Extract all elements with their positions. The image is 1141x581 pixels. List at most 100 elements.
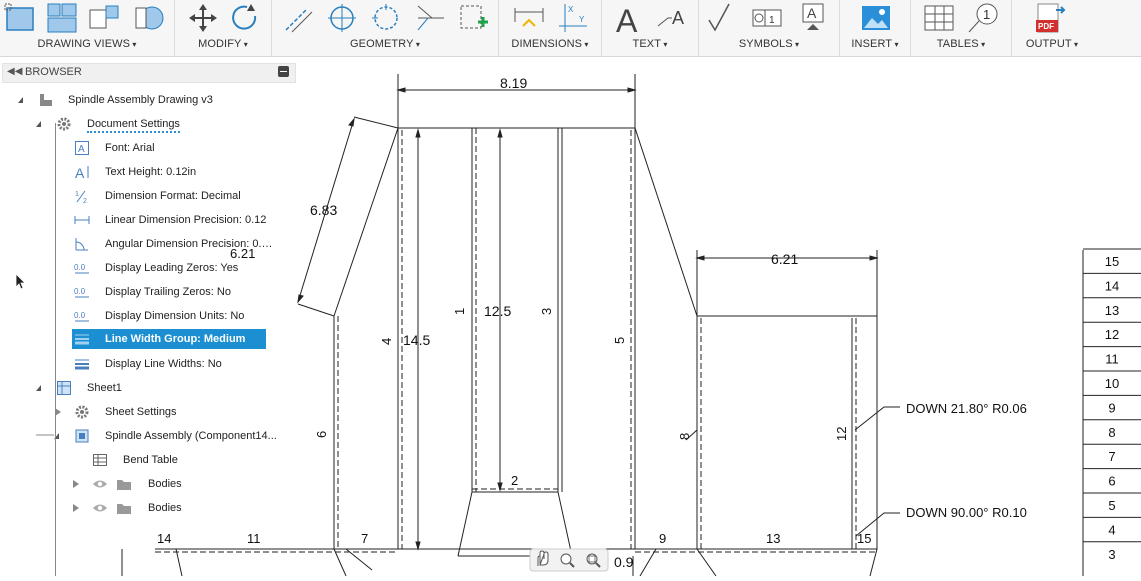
group-label-tables[interactable]: TABLES	[911, 38, 1011, 50]
detail-view-icon[interactable]	[132, 2, 164, 34]
setting-item-angular-precision[interactable]: Angular Dimension Precision: 0.…	[72, 233, 296, 255]
bend-label[interactable]: 2	[511, 473, 518, 488]
group-label-symbols[interactable]: SYMBOLS	[699, 38, 839, 50]
expand-arrow-icon[interactable]	[73, 480, 79, 488]
bend-label[interactable]: 7	[361, 531, 368, 546]
svg-text:1: 1	[75, 191, 79, 198]
leader-text-icon[interactable]: A	[656, 2, 688, 34]
expand-arrow-icon[interactable]	[73, 504, 79, 512]
svg-text:A: A	[807, 5, 817, 21]
move-icon[interactable]	[187, 2, 219, 34]
base-view-icon[interactable]	[4, 2, 36, 34]
dim-slant[interactable]: 6.83	[310, 202, 337, 218]
setting-item-leading-zeros[interactable]: 0.0 Display Leading Zeros: Yes	[72, 257, 296, 279]
tree-sheet[interactable]: Sheet1	[34, 377, 296, 399]
gear-icon	[75, 405, 89, 419]
setting-label: Line Width Group: Medium	[105, 333, 246, 345]
font-icon: A	[75, 141, 89, 155]
bend-label[interactable]: 3	[539, 308, 554, 315]
group-label-text[interactable]: TEXT	[602, 38, 698, 50]
bend-label[interactable]: 9	[659, 531, 666, 546]
text-icon[interactable]: A	[614, 2, 646, 34]
line-width-icon	[75, 359, 89, 370]
center-pattern-icon[interactable]	[370, 2, 402, 34]
group-label-dimensions[interactable]: DIMENSIONS	[499, 38, 601, 50]
bend-label[interactable]: 5	[612, 337, 627, 344]
bend-label[interactable]: 12	[834, 427, 849, 441]
group-label-insert[interactable]: INSERT	[840, 38, 910, 50]
bend-label[interactable]: 15	[857, 531, 871, 546]
rotate-icon[interactable]	[229, 2, 261, 34]
component-label: Spindle Assembly (Component14...	[105, 430, 277, 442]
group-label-drawing-views[interactable]: DRAWING VIEWS	[0, 38, 174, 50]
group-label-modify[interactable]: MODIFY	[175, 38, 271, 50]
bend-note[interactable]: DOWN 90.00° R0.10	[906, 505, 1027, 520]
pdf-export-icon[interactable]: PDF	[1034, 2, 1066, 34]
dim-right-width[interactable]: 6.21	[771, 251, 798, 267]
ordinate-dimension-icon[interactable]: XY	[557, 2, 589, 34]
bend-identifier-icon[interactable]	[458, 2, 490, 34]
edge-extension-icon[interactable]	[414, 2, 446, 34]
tree-document-settings[interactable]: Document Settings	[34, 113, 296, 135]
tree-bodies[interactable]: Bodies	[70, 473, 296, 495]
projected-view-icon[interactable]	[46, 2, 78, 34]
group-modify: MODIFY	[175, 0, 272, 56]
pan-icon[interactable]	[537, 550, 549, 566]
section-view-icon[interactable]	[88, 2, 120, 34]
setting-item-display-line-widths[interactable]: Display Line Widths: No	[72, 353, 296, 375]
dim-top-width[interactable]: 8.19	[500, 75, 527, 91]
setting-item-linear-precision[interactable]: Linear Dimension Precision: 0.12	[72, 209, 296, 231]
setting-label: Linear Dimension Precision: 0.12	[105, 214, 267, 226]
bend-label[interactable]: 1	[452, 308, 467, 315]
balloon-icon[interactable]: 1	[967, 2, 999, 34]
tree-bend-table[interactable]: Bend Table	[88, 449, 296, 471]
dim-height-outer[interactable]: 14.5	[403, 332, 430, 348]
table-icon[interactable]	[923, 2, 955, 34]
bend-label[interactable]: 8	[677, 433, 692, 440]
feature-control-frame-icon[interactable]: 1	[751, 2, 783, 34]
datum-identifier-icon[interactable]: A	[797, 2, 829, 34]
insert-image-icon[interactable]	[860, 2, 892, 34]
bend-label[interactable]: 6	[314, 431, 329, 438]
centerline-icon[interactable]	[282, 2, 314, 34]
group-text: A A TEXT	[602, 0, 699, 56]
setting-item-font[interactable]: A Font: Arial	[72, 137, 296, 159]
group-label-geometry[interactable]: GEOMETRY	[272, 38, 498, 50]
svg-text:2: 2	[83, 198, 87, 204]
tree-sheet-settings[interactable]: Sheet Settings	[52, 401, 296, 423]
group-insert: INSERT	[840, 0, 911, 56]
bend-table-cell: 8	[1108, 425, 1115, 440]
dimension-icon[interactable]	[513, 2, 545, 34]
group-symbols: 1 A SYMBOLS	[699, 0, 840, 56]
dim-height-inner[interactable]: 12.5	[484, 303, 511, 319]
tree-root-label: Spindle Assembly Drawing v3	[68, 94, 213, 106]
setting-label: Dimension Format: Decimal	[105, 190, 241, 202]
surface-texture-icon[interactable]	[705, 2, 737, 34]
linear-dimension-icon	[74, 216, 90, 224]
group-label-output[interactable]: OUTPUT	[1012, 38, 1092, 50]
tree-component[interactable]: Spindle Assembly (Component14...	[52, 425, 296, 447]
setting-label: Text Height: 0.12in	[105, 166, 197, 178]
svg-text:X: X	[568, 5, 574, 14]
center-mark-icon[interactable]	[326, 2, 358, 34]
setting-item-dimension-units[interactable]: 0.0 Display Dimension Units: No	[72, 305, 296, 327]
bend-table-label: Bend Table	[123, 454, 178, 466]
setting-item-dimension-format[interactable]: 12 Dimension Format: Decimal	[72, 185, 296, 207]
eye-icon[interactable]	[92, 476, 108, 492]
ribbon-toolbar: DRAWING VIEWS MODIFY GEOMETRY XY DIMENSI…	[0, 0, 1141, 57]
bend-label[interactable]: 13	[766, 531, 780, 546]
zeros-icon: 0.0	[74, 287, 89, 298]
bend-note[interactable]: DOWN 21.80° R0.06	[906, 401, 1027, 416]
tree-bodies[interactable]: Bodies	[70, 497, 296, 519]
folder-icon	[117, 504, 131, 514]
bend-table-cell: 12	[1105, 327, 1119, 342]
setting-item-text-height[interactable]: A Text Height: 0.12in	[72, 161, 296, 183]
minimize-panel-icon[interactable]	[278, 66, 289, 77]
bend-label[interactable]: 4	[379, 338, 394, 345]
group-output: PDF OUTPUT	[1012, 0, 1092, 56]
setting-item-trailing-zeros[interactable]: 0.0 Display Trailing Zeros: No	[72, 281, 296, 303]
setting-item-line-width-group[interactable]: Line Width Group: Medium	[72, 329, 266, 349]
dim-small-bottom[interactable]: 0.9	[614, 554, 634, 570]
eye-icon[interactable]	[92, 500, 108, 516]
zeros-icon: 0.0	[74, 263, 89, 274]
